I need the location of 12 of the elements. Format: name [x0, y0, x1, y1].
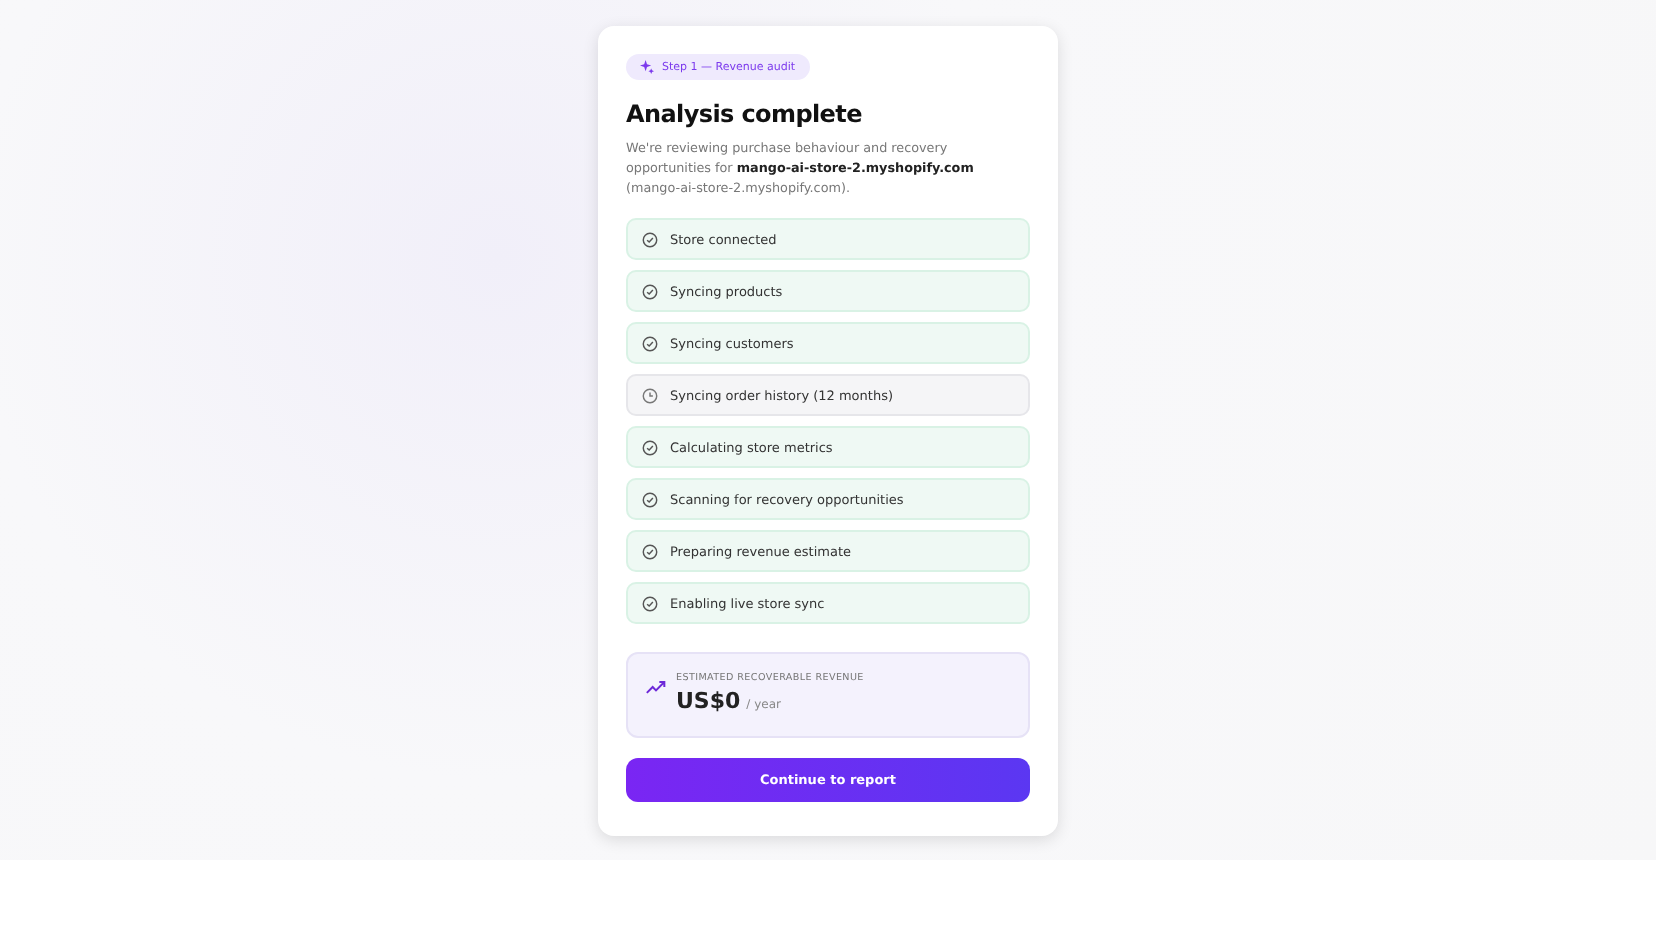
- check-circle-icon: [642, 283, 658, 299]
- trend-up-icon: [646, 680, 666, 694]
- check-circle-icon: [642, 595, 658, 611]
- check-circle-icon: [642, 439, 658, 455]
- check-circle-icon: [642, 543, 658, 559]
- clock-circle-icon: [642, 387, 658, 403]
- estimate-value: US$0: [676, 688, 741, 714]
- heading: Analysis complete: [626, 100, 864, 128]
- check-circle-icon: [642, 491, 658, 507]
- check-circle-icon: [642, 231, 658, 247]
- check-circle-icon: [642, 335, 658, 351]
- sparkle-icon: [640, 60, 654, 74]
